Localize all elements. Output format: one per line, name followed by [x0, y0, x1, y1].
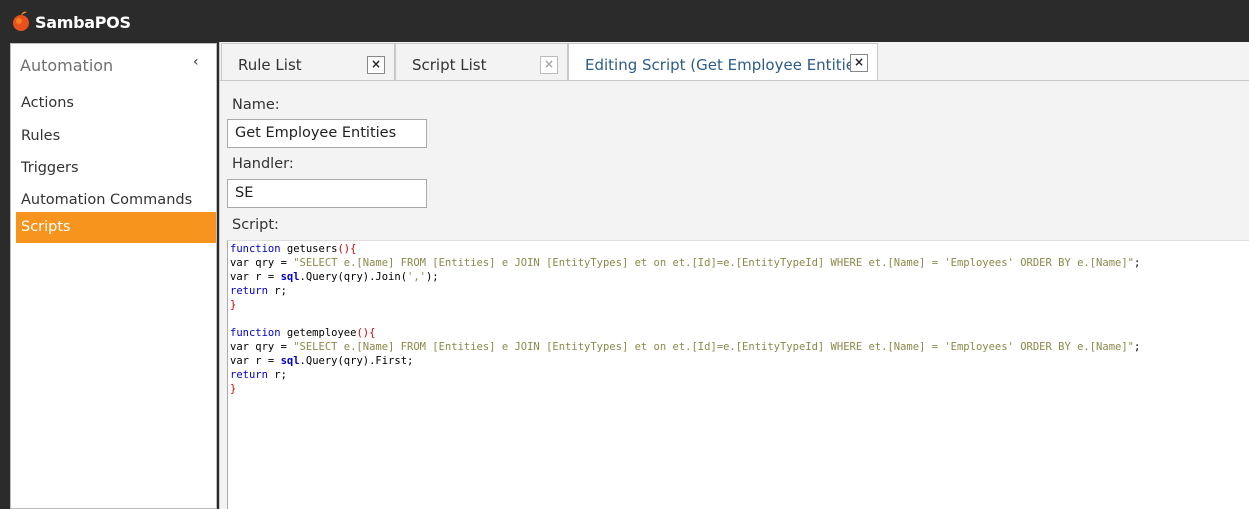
tab-rule-list[interactable]: Rule List ×: [221, 43, 395, 81]
close-icon[interactable]: ×: [367, 56, 385, 74]
sidebar-header: Automation: [20, 56, 114, 75]
close-icon[interactable]: ×: [540, 56, 558, 74]
script-code-editor[interactable]: function getusers(){ var qry = "SELECT e.…: [227, 240, 1249, 509]
script-editor-form: Name: Get Employee Entities Handler: SE …: [220, 80, 1249, 509]
close-icon[interactable]: ×: [850, 54, 868, 72]
sidebar-item-actions[interactable]: Actions: [16, 88, 216, 119]
tab-label: Script List: [412, 56, 487, 74]
code-line: var r = sql.Query(qry).First;: [230, 355, 414, 367]
sambapos-logo-icon: [13, 11, 29, 31]
sidebar-item-triggers[interactable]: Triggers: [16, 153, 216, 184]
code-line: var qry = "SELECT e.[Name] FROM [Entitie…: [230, 341, 1141, 353]
code-line: }: [230, 299, 237, 311]
handler-field[interactable]: SE: [227, 179, 427, 208]
title-bar: SambaPOS: [0, 0, 1249, 40]
app-title: SambaPOS: [35, 13, 131, 32]
tab-editing-script[interactable]: Editing Script (Get Employee Entities) ×: [568, 43, 878, 82]
handler-label: Handler:: [232, 156, 294, 172]
code-line: function getusers(){: [230, 243, 357, 255]
name-label: Name:: [232, 97, 280, 113]
name-field[interactable]: Get Employee Entities: [227, 119, 427, 148]
tab-label: Editing Script (Get Employee Entities): [585, 56, 869, 74]
collapse-chevron-icon[interactable]: ‹: [193, 54, 199, 70]
code-line: var qry = "SELECT e.[Name] FROM [Entitie…: [230, 257, 1141, 269]
sidebar-item-rules[interactable]: Rules: [16, 121, 216, 152]
tab-script-list[interactable]: Script List ×: [395, 43, 568, 81]
code-line: return r;: [230, 285, 287, 297]
content-area: Rule List × Script List × Editing Script…: [219, 42, 1249, 509]
code-line: function getemployee(){: [230, 327, 376, 339]
code-line: return r;: [230, 369, 287, 381]
code-line: var r = sql.Query(qry).Join(',');: [230, 271, 439, 283]
sidebar: Automation ‹ Actions Rules Triggers Auto…: [10, 43, 217, 509]
tab-label: Rule List: [238, 56, 302, 74]
sidebar-item-scripts[interactable]: Scripts: [16, 212, 216, 243]
script-label: Script:: [232, 217, 279, 233]
code-line: }: [230, 383, 237, 395]
